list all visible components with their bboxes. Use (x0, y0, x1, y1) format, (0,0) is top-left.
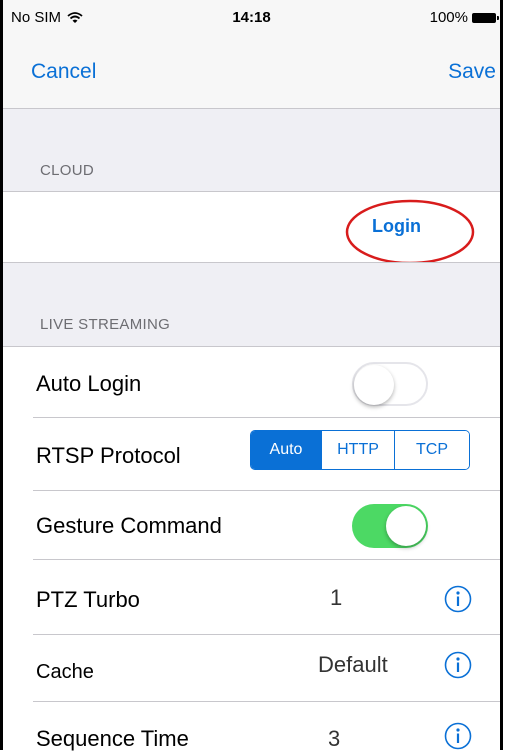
toggle-knob (386, 506, 426, 546)
battery-status: 100% (429, 9, 499, 26)
battery-icon (472, 12, 499, 23)
rtsp-protocol-label: RTSP Protocol (36, 443, 181, 468)
cache-row: Cache (3, 635, 500, 701)
ptz-turbo-value: 1 (330, 585, 343, 610)
cancel-button[interactable]: Cancel (31, 60, 96, 84)
ptz-turbo-row: PTZ Turbo (3, 560, 500, 634)
info-icon[interactable] (444, 651, 472, 679)
save-button[interactable]: Save (448, 60, 496, 84)
sequence-time-label: Sequence Time (36, 726, 189, 751)
live-streaming-section-header: LIVE STREAMING (40, 316, 171, 333)
cache-label: Cache (36, 661, 94, 683)
sequence-time-row: Sequence Time (3, 702, 500, 751)
status-bar: No SIM 14:18 100% (3, 0, 500, 36)
cloud-section-header: CLOUD (40, 162, 95, 179)
rtsp-option-tcp[interactable]: TCP (394, 431, 469, 469)
navigation-bar: Cancel Save (3, 36, 500, 109)
sequence-time-value: 3 (328, 726, 341, 751)
annotation-ellipse (345, 199, 475, 265)
status-time: 14:18 (232, 9, 271, 26)
gesture-command-toggle[interactable] (352, 504, 428, 548)
rtsp-option-http[interactable]: HTTP (321, 431, 394, 469)
rtsp-protocol-segmented-control: Auto HTTP TCP (250, 430, 470, 470)
auto-login-toggle[interactable] (352, 362, 428, 406)
auto-login-label: Auto Login (36, 371, 142, 396)
cache-value: Default (318, 652, 388, 677)
info-icon[interactable] (444, 722, 472, 750)
battery-percent: 100% (429, 9, 468, 26)
gesture-command-label: Gesture Command (36, 513, 222, 538)
ptz-turbo-label: PTZ Turbo (36, 587, 140, 612)
info-icon[interactable] (444, 585, 472, 613)
frame-left-border (0, 0, 3, 750)
rtsp-option-auto[interactable]: Auto (251, 431, 321, 469)
toggle-knob (354, 365, 394, 405)
live-streaming-section-header-area (3, 263, 500, 346)
